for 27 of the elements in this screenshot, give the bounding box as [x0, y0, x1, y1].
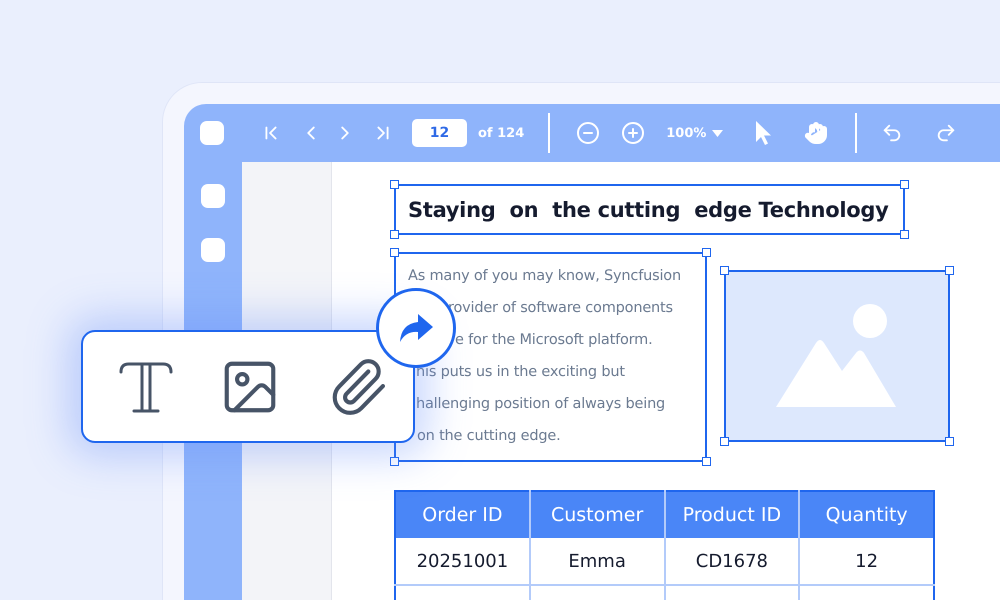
- column-header: Order ID: [395, 491, 530, 538]
- paragraph-line: on the cutting edge.: [417, 427, 562, 446]
- table-cell: 12: [799, 538, 934, 585]
- share-arrow-icon: [398, 312, 434, 344]
- resize-handle[interactable]: [702, 457, 711, 466]
- resize-handle[interactable]: [900, 180, 909, 189]
- page-count: of 124: [478, 126, 524, 140]
- paragraph-line: As many of you may know, Syncfusion: [408, 267, 682, 286]
- document-title: Staying on the cutting edge Technology: [408, 198, 888, 222]
- resize-handle[interactable]: [900, 230, 909, 239]
- paragraph-line: hallenging position of always being: [416, 395, 666, 414]
- table-cell: Emma: [530, 538, 664, 585]
- column-header: Customer: [530, 491, 664, 538]
- resize-handle[interactable]: [945, 266, 954, 275]
- table-cell: CD1678: [664, 538, 800, 585]
- resize-handle[interactable]: [720, 437, 729, 446]
- mountain-image-icon: [776, 303, 898, 409]
- text-icon[interactable]: [119, 360, 173, 414]
- column-header: Product ID: [664, 491, 800, 538]
- table-cell: 20251001: [395, 538, 530, 585]
- resize-handle[interactable]: [390, 180, 399, 189]
- resize-handle[interactable]: [390, 457, 399, 466]
- resize-handle[interactable]: [945, 437, 954, 446]
- paragraph-line: e for the Microsoft platform.: [455, 331, 654, 350]
- caret-icon: [712, 130, 724, 136]
- column-header: Quantity: [799, 491, 934, 538]
- page-input[interactable]: 12: [412, 119, 467, 147]
